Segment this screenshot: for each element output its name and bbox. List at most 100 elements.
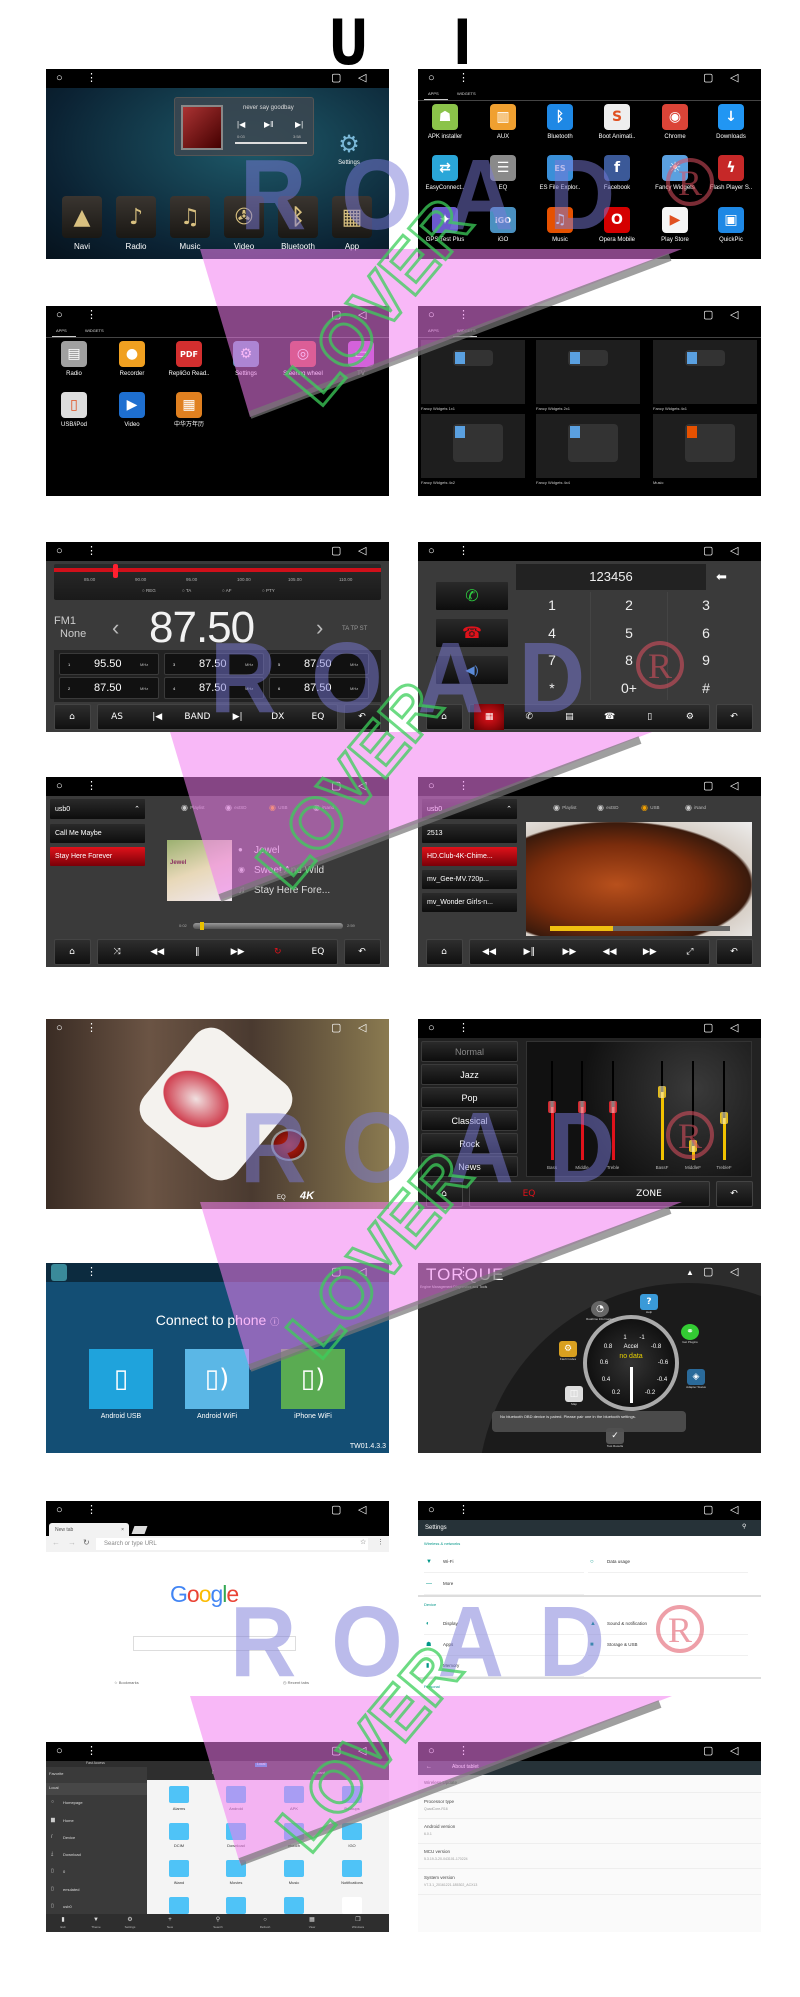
menu-dots-button[interactable]: ⋮ <box>86 72 97 85</box>
key-5[interactable]: 5 <box>625 626 633 640</box>
home-button[interactable]: ○ <box>56 1022 63 1035</box>
back-button[interactable]: ◁ <box>358 780 366 793</box>
tab-new-tab[interactable]: New tab × <box>49 1523 129 1536</box>
tab-apps[interactable]: APPS <box>56 329 67 333</box>
preset-button[interactable]: 3 87.50 MHz <box>164 653 264 675</box>
slider-knob[interactable] <box>689 1140 697 1153</box>
help-icon[interactable]: ⓘ <box>270 1317 279 1327</box>
tab-widgets[interactable]: WIDGETS <box>457 92 476 96</box>
recent-apps-button[interactable]: ▢ <box>331 309 341 322</box>
source-inand[interactable]: ◉ iNand <box>685 804 706 812</box>
menu-dots-button[interactable]: ⋮ <box>86 1022 97 1035</box>
source-usb[interactable]: ◉ USB <box>641 804 659 812</box>
recent-apps-button[interactable]: ▢ <box>703 309 713 322</box>
back-button[interactable]: ◁ <box>358 1504 366 1517</box>
location-badge[interactable]: Local <box>255 1762 268 1767</box>
bookmark-star-icon[interactable]: ☆ <box>360 1539 366 1546</box>
home-button[interactable]: ⌂ <box>441 704 447 730</box>
app-icon[interactable] <box>51 1264 67 1281</box>
home-button[interactable]: ⌂ <box>69 939 75 965</box>
music-widget[interactable]: never say goodbay |◀ ▶‖ ▶| 0:03 3:58 <box>174 97 314 156</box>
url-bar[interactable]: Search or type URL <box>96 1538 368 1550</box>
repeat-button[interactable]: ↻ <box>274 939 282 965</box>
slider-knob[interactable] <box>548 1100 556 1113</box>
source-dropdown[interactable]: usb0 ⌃ <box>421 798 518 820</box>
source-dropdown[interactable]: usb0 ⌃ <box>49 798 146 820</box>
home-button[interactable]: ○ <box>428 545 435 558</box>
search-box[interactable] <box>133 1636 296 1651</box>
menu-dots-button[interactable]: ⋮ <box>86 1504 97 1517</box>
back-button[interactable]: ◁ <box>358 1022 366 1035</box>
recent-apps-button[interactable]: ▢ <box>331 545 341 558</box>
recent-apps-button[interactable]: ▢ <box>331 1266 341 1279</box>
flag-reg[interactable]: ○ REG <box>142 588 156 594</box>
phone-button[interactable]: ☎ <box>604 704 615 730</box>
preset-jazz[interactable]: Jazz <box>421 1064 518 1085</box>
video-frame[interactable] <box>526 822 752 936</box>
menu-dots-button[interactable]: ⋮ <box>86 545 97 558</box>
source-usb[interactable]: ◉ USB <box>269 804 287 812</box>
back-arrow-icon[interactable]: ← <box>52 1539 60 1547</box>
recent-apps-button[interactable]: ▢ <box>703 1022 713 1035</box>
menu-dots-button[interactable]: ⋮ <box>86 1745 97 1758</box>
file-item[interactable]: mv_Gee-MV.720p... <box>421 869 518 890</box>
key-hash[interactable]: # <box>702 681 710 695</box>
rewind-button[interactable]: ◀◀ <box>603 939 617 965</box>
contacts-button[interactable]: ▤ <box>565 704 574 730</box>
back-button[interactable]: ↶ <box>358 704 366 730</box>
call-button[interactable]: ✆ <box>435 581 509 611</box>
menu-dots-button[interactable]: ⋮ <box>458 1745 469 1758</box>
tab-apps[interactable]: APPS <box>428 92 439 96</box>
path-root[interactable]: / <box>212 1771 213 1776</box>
tab-widgets[interactable]: WIDGETS <box>457 329 476 333</box>
menu-dots-button[interactable]: ⋮ <box>458 1266 469 1279</box>
next-button[interactable]: ▶▶ <box>231 939 245 965</box>
preset-rock[interactable]: Rock <box>421 1133 518 1154</box>
preset-normal[interactable]: Normal <box>421 1041 518 1062</box>
back-button[interactable]: ↶ <box>730 939 738 965</box>
recent-apps-button[interactable]: ▢ <box>331 1504 341 1517</box>
backspace-button[interactable]: ⬅ <box>716 570 727 583</box>
back-button[interactable]: ◁ <box>730 780 738 793</box>
previous-button[interactable]: |◀ <box>237 121 245 129</box>
source-inand[interactable]: ◉ iNand <box>313 804 334 812</box>
menu-dots-button[interactable]: ⋮ <box>458 1022 469 1035</box>
back-button[interactable]: ◁ <box>730 545 738 558</box>
recent-tabs-link[interactable]: ◷ Recent tabs <box>283 1681 309 1685</box>
home-button[interactable]: ○ <box>56 1504 63 1517</box>
menu-dots-button[interactable]: ⋮ <box>458 72 469 85</box>
home-button[interactable]: ○ <box>56 780 63 793</box>
recent-apps-button[interactable]: ▢ <box>703 1266 713 1279</box>
source-extsd[interactable]: ◉ extSD <box>225 804 246 812</box>
back-button[interactable]: ◁ <box>730 1504 738 1517</box>
key-8[interactable]: 8 <box>625 653 633 667</box>
video-progress[interactable] <box>550 926 730 931</box>
preset-button[interactable]: 1 95.50 MHz <box>59 653 159 675</box>
menu-dots-button[interactable]: ⋮ <box>86 1266 97 1279</box>
settings-gear-icon[interactable]: ⚙ <box>336 130 362 158</box>
home-button[interactable]: ○ <box>428 72 435 85</box>
call-log-button[interactable]: ✆ <box>525 704 533 730</box>
recent-apps-button[interactable]: ▢ <box>331 1022 341 1035</box>
previous-button[interactable]: ◀◀ <box>150 939 164 965</box>
back-button[interactable]: ◁ <box>730 1022 738 1035</box>
menu-dots-icon[interactable]: ⋮ <box>377 1539 384 1546</box>
slider-knob[interactable] <box>609 1100 617 1113</box>
source-playlist[interactable]: ◉ Playlist <box>553 804 576 812</box>
menu-dots-button[interactable]: ⋮ <box>458 1504 469 1517</box>
menu-dots-button[interactable]: ⋮ <box>86 780 97 793</box>
key-2[interactable]: 2 <box>625 598 633 612</box>
skip-previous-button[interactable]: |◀ <box>152 704 162 730</box>
home-button[interactable]: ○ <box>428 780 435 793</box>
recent-apps-button[interactable]: ▢ <box>331 780 341 793</box>
flag-pty[interactable]: ○ PTY <box>262 588 275 594</box>
eject-icon[interactable]: ▲ <box>686 1266 694 1279</box>
home-button[interactable]: ○ <box>428 1745 435 1758</box>
tab-apps[interactable]: APPS <box>428 329 439 333</box>
recent-apps-button[interactable]: ▢ <box>703 545 713 558</box>
home-button[interactable]: ⌂ <box>69 704 75 730</box>
bookmarks-link[interactable]: ☆ Bookmarks <box>114 1681 139 1685</box>
recent-apps-button[interactable]: ▢ <box>703 780 713 793</box>
eq-button[interactable]: EQ <box>312 704 325 730</box>
flag-af[interactable]: ○ AF <box>222 588 232 594</box>
